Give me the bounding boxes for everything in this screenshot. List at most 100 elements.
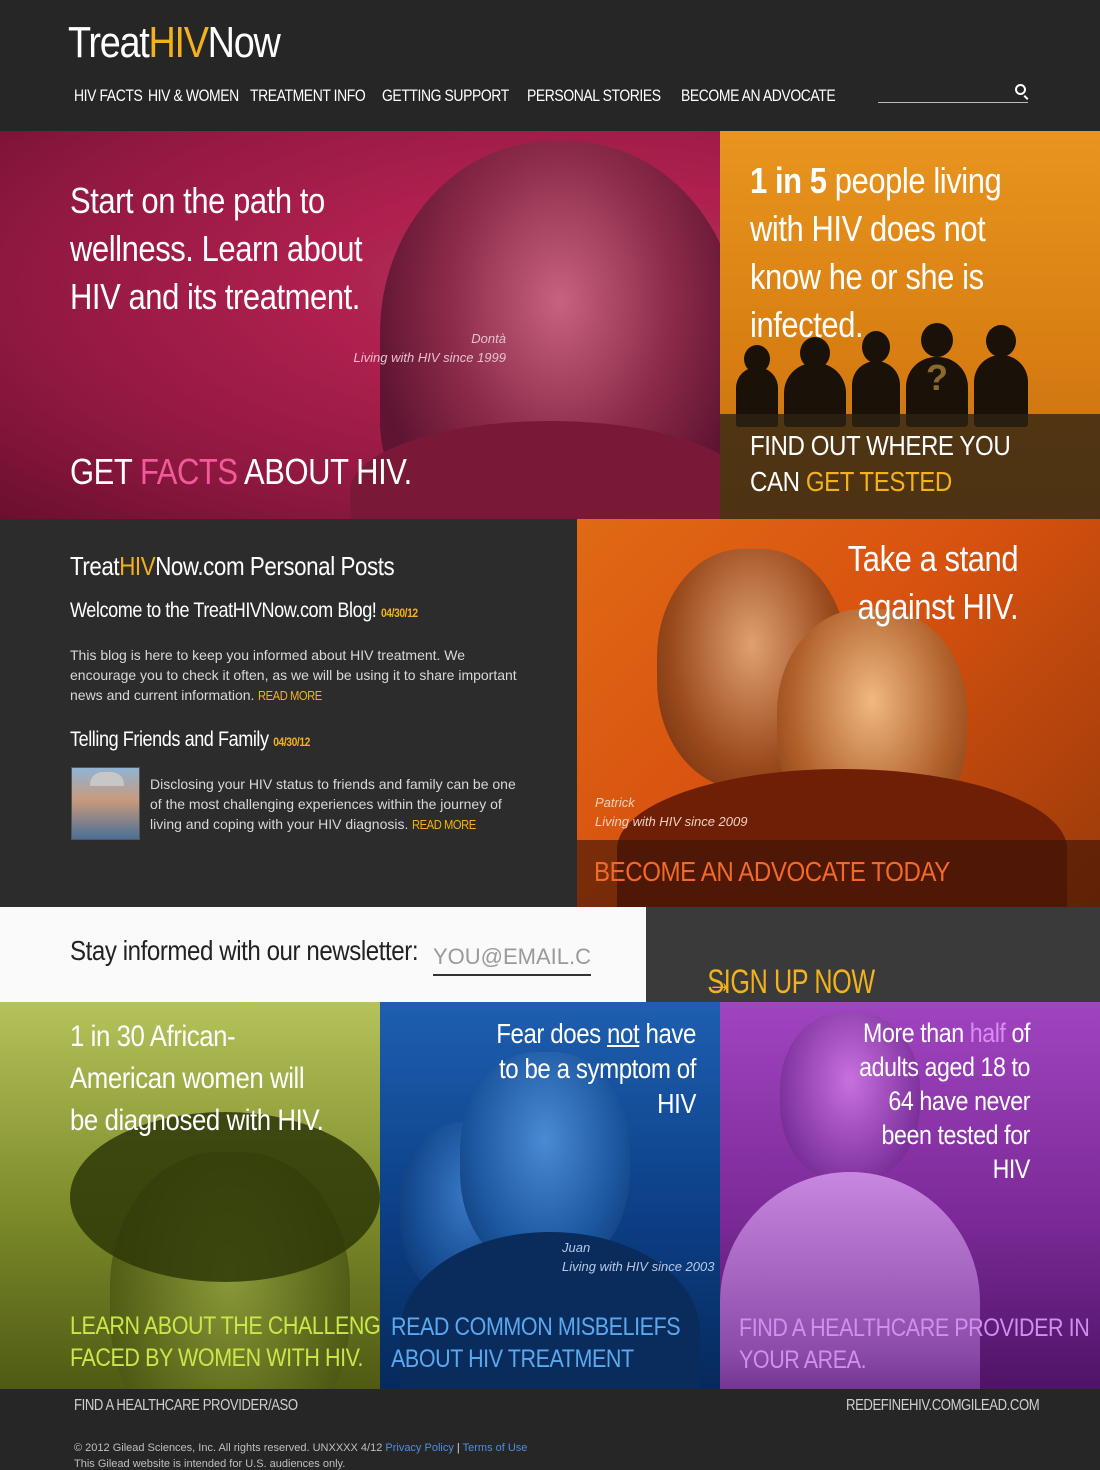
misbeliefs-caption: Juan Living with HIV since 2003	[562, 1238, 714, 1276]
nav-hiv-facts[interactable]: HIV FACTS	[74, 86, 143, 106]
silhouette-1-head	[744, 345, 770, 373]
misbeliefs-cta-line2: ABOUT HIV TREATMENT	[391, 1345, 634, 1373]
get-tested-bar: FIND OUT WHERE YOU CAN GET TESTED	[720, 414, 1100, 519]
hero-banner[interactable]: Start on the path to wellness. Learn abo…	[0, 131, 720, 519]
newsletter-email-field[interactable]	[433, 940, 591, 976]
search-input[interactable]	[878, 82, 1003, 102]
silhouette-2-head	[800, 337, 830, 369]
blog-section: TreatHIVNow.com Personal Posts Welcome t…	[0, 519, 577, 907]
post-1-body: This blog is here to keep you informed a…	[70, 645, 530, 706]
post-2-read-more[interactable]: READ MORE	[412, 815, 476, 835]
nav-treatment-info[interactable]: TREATMENT INFO	[250, 86, 366, 106]
footer-gilead-link[interactable]: GILEAD.COM	[961, 1397, 1040, 1415]
women-stat-text: 1 in 30 African-American women will be d…	[70, 1020, 324, 1137]
hero-cta-facts: FACTS	[139, 451, 238, 492]
newsletter-form: Stay informed with our newsletter:	[0, 907, 646, 1002]
footer-redefinehiv-link[interactable]: REDEFINEHIV.COM	[846, 1397, 962, 1415]
stat-bold: 1 in 5	[750, 160, 827, 201]
post-1-date: 04/30/12	[380, 606, 418, 620]
site-header: TreatHIVNow HIV FACTS HIV & WOMEN TREATM…	[0, 0, 1100, 131]
get-facts-link[interactable]: GET FACTS ABOUT HIV.	[70, 451, 412, 493]
hero-title: Start on the path to wellness. Learn abo…	[70, 180, 363, 317]
advocate-panel[interactable]: Take a stand against HIV. Patrick Living…	[577, 519, 1100, 907]
silhouette-4-head	[921, 323, 953, 357]
hero-cta-pre: GET	[70, 451, 140, 492]
privacy-policy-link[interactable]: Privacy Policy	[385, 1442, 453, 1454]
nav-become-advocate[interactable]: BECOME AN ADVOCATE	[681, 86, 836, 106]
arrow-right-icon: →	[707, 963, 733, 1001]
terms-of-use-link[interactable]: Terms of Use	[463, 1442, 528, 1454]
post-2-body: Disclosing your HIV status to friends an…	[150, 774, 530, 835]
advocate-caption-name: Patrick	[595, 795, 635, 810]
copyright-text: © 2012 Gilead Sciences, Inc. All rights …	[74, 1440, 527, 1470]
misbeliefs-panel[interactable]: Fear does not have to be a symptom of HI…	[380, 1002, 720, 1389]
provider-stat-text: More than half of adults aged 18 to 64 h…	[858, 1016, 1030, 1186]
women-challenges-link[interactable]: LEARN ABOUT THE CHALLENGES FACED BY WOME…	[70, 1310, 380, 1374]
post-2-title[interactable]: Telling Friends and Family	[70, 728, 269, 751]
misbeliefs-link[interactable]: READ COMMON MISBELIEFS ABOUT HIV TREATME…	[391, 1311, 681, 1375]
audience-notice: This Gilead website is intended for U.S.…	[74, 1458, 346, 1470]
misbeliefs-caption-since: Living with HIV since 2003	[562, 1259, 715, 1274]
sign-up-button[interactable]: SIGN UP NOW →	[646, 907, 1100, 1002]
logo-hiv: HIV	[148, 18, 209, 67]
post-2-date: 04/30/12	[273, 735, 310, 749]
provider-panel[interactable]: More than half of adults aged 18 to 64 h…	[720, 1002, 1100, 1389]
footer-find-provider-link[interactable]: FIND A HEALTHCARE PROVIDER/ASO	[74, 1397, 298, 1415]
advocate-caption: Patrick Living with HIV since 2009	[595, 793, 747, 831]
blog-title: TreatHIVNow.com Personal Posts	[70, 551, 395, 582]
copyright-line: © 2012 Gilead Sciences, Inc. All rights …	[74, 1442, 528, 1454]
search-icon[interactable]	[1015, 84, 1026, 95]
post-2-thumbnail[interactable]	[71, 767, 140, 840]
advocate-title-line2: against HIV.	[857, 586, 1018, 627]
hero-caption-since: Living with HIV since 1999	[353, 350, 506, 365]
logo-now: Now	[207, 18, 281, 67]
site-footer: FIND A HEALTHCARE PROVIDER/ASO REDEFINEH…	[0, 1389, 1100, 1470]
get-tested-pre: CAN	[750, 466, 806, 497]
advocate-title: Take a stand against HIV.	[847, 535, 1019, 631]
sign-up-text: SIGN UP NOW	[707, 963, 875, 1001]
search-box	[878, 82, 1028, 103]
get-tested-hl: GET TESTED	[805, 466, 952, 497]
women-panel[interactable]: 1 in 30 African-American women will be d…	[0, 1002, 380, 1389]
hero-caption: Dontà Living with HIV since 1999	[354, 329, 506, 367]
advocate-caption-since: Living with HIV since 2009	[595, 814, 748, 829]
provider-text-pre: More than	[863, 1018, 970, 1048]
silhouette-3-head	[862, 331, 890, 363]
testing-stat-text: 1 in 5 people living with HIV does not k…	[750, 157, 1025, 349]
provider-cta-line2: YOUR AREA.	[739, 1346, 867, 1374]
blog-title-hl: HIV	[119, 551, 156, 581]
misbeliefs-text-not: not	[607, 1018, 640, 1049]
hero-caption-name: Dontà	[471, 331, 506, 346]
copyright-notice: © 2012 Gilead Sciences, Inc. All rights …	[74, 1442, 383, 1454]
blog-title-post: Now.com Personal Posts	[155, 551, 395, 581]
provider-cta-line1: FIND A HEALTHCARE PROVIDER IN	[739, 1314, 1090, 1342]
misbeliefs-text: Fear does not have to be a symptom of HI…	[490, 1016, 696, 1121]
hero-cta-post: ABOUT HIV.	[237, 451, 412, 492]
women-cta-line1: LEARN ABOUT THE CHALLENGES	[70, 1312, 380, 1340]
nav-getting-support[interactable]: GETTING SUPPORT	[382, 86, 509, 106]
provider-text-half: half	[969, 1018, 1006, 1048]
blog-title-pre: Treat	[70, 551, 120, 581]
misbeliefs-cta-line1: READ COMMON MISBELIEFS	[391, 1313, 681, 1341]
misbeliefs-text-pre: Fear does	[496, 1018, 608, 1049]
misbeliefs-caption-name: Juan	[562, 1240, 591, 1255]
become-advocate-link[interactable]: BECOME AN ADVOCATE TODAY	[594, 856, 950, 888]
get-tested-line2: CAN GET TESTED	[750, 464, 1010, 500]
find-provider-link[interactable]: FIND A HEALTHCARE PROVIDER IN YOUR AREA.	[739, 1312, 1090, 1376]
post-2-heading: Telling Friends and Family 04/30/12	[70, 728, 310, 752]
advocate-title-line1: Take a stand	[847, 538, 1019, 579]
post-1-read-more[interactable]: READ MORE	[258, 686, 322, 706]
silhouettes-image: ?	[734, 323, 1034, 427]
newsletter-label: Stay informed with our newsletter:	[70, 935, 419, 966]
silhouette-5-head	[986, 325, 1016, 357]
main-nav: HIV FACTS HIV & WOMEN TREATMENT INFO GET…	[74, 86, 847, 106]
testing-stat-panel[interactable]: 1 in 5 people living with HIV does not k…	[720, 131, 1100, 519]
get-tested-link[interactable]: FIND OUT WHERE YOU CAN GET TESTED	[750, 428, 1011, 500]
women-cta-line2: FACED BY WOMEN WITH HIV.	[70, 1344, 364, 1372]
get-tested-line1: FIND OUT WHERE YOU	[750, 430, 1011, 461]
nav-personal-stories[interactable]: PERSONAL STORIES	[527, 86, 661, 106]
site-logo[interactable]: TreatHIVNow	[68, 18, 281, 68]
post-1-title[interactable]: Welcome to the TreatHIVNow.com Blog!	[70, 599, 377, 622]
nav-hiv-women[interactable]: HIV & WOMEN	[148, 86, 239, 106]
advocate-cta-bar: BECOME AN ADVOCATE TODAY	[577, 840, 1100, 907]
